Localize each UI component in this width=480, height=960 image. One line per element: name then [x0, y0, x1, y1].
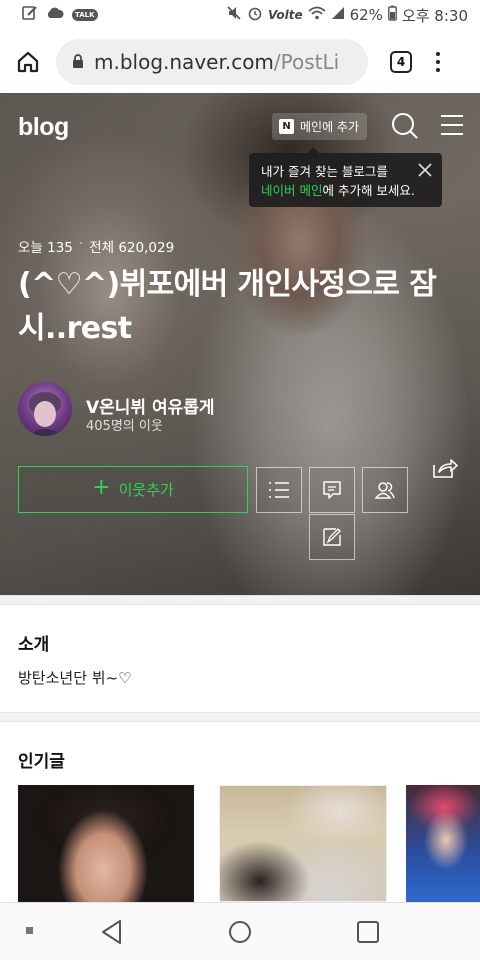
tooltip-line-2: 네이버 메인에 추가해 보세요.	[261, 181, 430, 200]
tooltip-close-button[interactable]	[418, 163, 432, 177]
search-icon	[392, 113, 418, 139]
kakaotalk-icon: TALK	[72, 9, 98, 21]
today-visitors: 오늘 135	[18, 240, 73, 256]
home-icon	[17, 51, 39, 72]
add-to-main-button[interactable]: N 메인에 추가	[272, 113, 367, 140]
total-visitors: 전체 620,029	[89, 240, 175, 256]
popular-heading: 인기글	[18, 752, 65, 772]
blog-logo[interactable]: blog	[18, 113, 69, 142]
share-button[interactable]	[432, 457, 458, 483]
lock-icon	[72, 54, 84, 69]
comment-icon	[323, 481, 341, 499]
write-post-button[interactable]	[309, 514, 355, 560]
people-icon	[374, 482, 395, 499]
url-host: m.blog.naver.com	[94, 49, 274, 74]
post-list-button[interactable]	[256, 467, 302, 513]
add-neighbor-label: 이웃추가	[118, 481, 174, 499]
visitor-stats: 오늘 135 · 전체 620,029	[18, 236, 174, 256]
battery-icon	[388, 5, 397, 25]
alarm-icon	[247, 5, 263, 25]
signal-icon	[331, 6, 345, 24]
url-path: /PostLi	[273, 49, 340, 74]
tooltip-link[interactable]: 네이버 메인	[261, 183, 322, 198]
browser-home-button[interactable]	[0, 30, 56, 93]
naver-n-icon: N	[279, 119, 294, 134]
add-to-main-label: 메인에 추가	[300, 120, 360, 134]
system-navigation-bar	[0, 902, 480, 960]
write-icon	[323, 528, 341, 546]
popular-post-thumbnail-3[interactable]	[406, 785, 480, 902]
blog-hero: blog N 메인에 추가 내가 즐겨 찾는 블로그를 네이버 메인에 추가해 …	[0, 93, 480, 595]
section-divider	[0, 712, 480, 722]
hamburger-menu-button[interactable]	[441, 115, 463, 135]
recent-apps-icon	[357, 921, 379, 943]
add-to-main-tooltip: 내가 즐겨 찾는 블로그를 네이버 메인에 추가해 보세요.	[249, 147, 442, 207]
plus-icon: +	[92, 475, 111, 500]
add-neighbor-button[interactable]: + 이웃추가	[18, 466, 248, 513]
tooltip-line-1: 내가 즐겨 찾는 블로그를	[261, 164, 388, 179]
browser-toolbar: m.blog.naver.com/PostLi 4	[0, 30, 480, 93]
neighbors-button[interactable]	[362, 467, 408, 513]
home-circle-icon	[229, 921, 251, 943]
back-button[interactable]	[100, 919, 124, 949]
cloud-icon	[46, 6, 64, 24]
guestbook-button[interactable]	[309, 467, 355, 513]
neighbor-count[interactable]: 405명의 이웃	[86, 415, 163, 434]
browser-menu-button[interactable]	[436, 51, 440, 72]
popular-post-thumbnail-2[interactable]	[219, 785, 387, 902]
address-bar[interactable]: m.blog.naver.com/PostLi	[56, 38, 368, 85]
back-icon	[102, 920, 121, 944]
clock: 오후 8:30	[401, 6, 468, 25]
status-bar: TALK Volte 62% 오후 8:30	[0, 0, 480, 30]
url-text: m.blog.naver.com/PostLi	[94, 50, 339, 74]
tooltip-line-2-rest: 에 추가해 보세요.	[322, 183, 415, 198]
battery-percent: 62%	[349, 6, 383, 24]
tab-switcher-button[interactable]: 4	[390, 50, 412, 73]
popular-post-thumbnail-1[interactable]	[18, 785, 194, 902]
close-icon	[418, 163, 432, 177]
nav-indicator-dot	[26, 927, 33, 934]
profile-photo	[28, 392, 62, 436]
section-divider	[0, 595, 480, 605]
list-icon	[269, 482, 289, 498]
recent-apps-button[interactable]	[356, 920, 380, 948]
intro-heading: 소개	[18, 635, 50, 655]
search-button[interactable]	[390, 111, 420, 145]
volte-indicator: Volte	[267, 8, 303, 22]
blog-title: (^♡^)뷔포에버 개인사정으로 잠시..rest	[18, 267, 437, 346]
edit-notification-icon	[22, 5, 38, 25]
home-button[interactable]	[228, 919, 252, 949]
wifi-icon	[308, 6, 326, 24]
share-icon	[433, 459, 458, 478]
intro-text: 방탄소년단 뷔~♡	[18, 669, 132, 687]
avatar[interactable]	[18, 382, 72, 436]
mute-icon	[226, 5, 242, 25]
stats-separator: ·	[78, 236, 84, 252]
